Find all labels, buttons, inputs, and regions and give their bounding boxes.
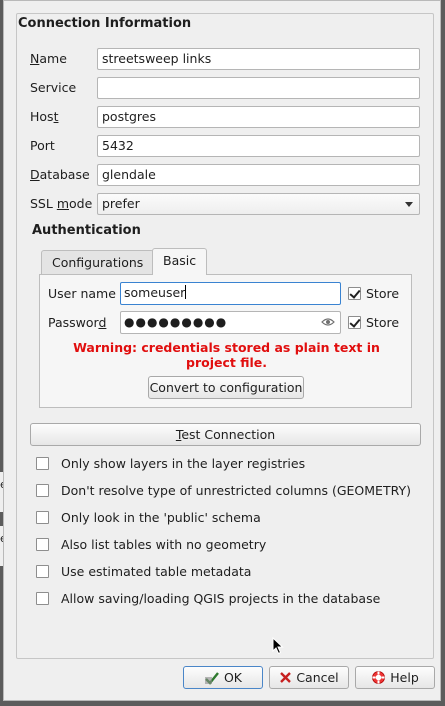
database-label: Database (30, 167, 90, 182)
estimated-metadata-label: Use estimated table metadata (61, 564, 252, 579)
text-caret (185, 285, 187, 299)
only-show-registry-layers-checkbox[interactable] (36, 457, 49, 470)
store-password-label: Store (366, 315, 400, 330)
store-password-checkbox[interactable] (348, 316, 361, 329)
public-schema-only-label: Only look in the 'public' schema (61, 510, 261, 525)
tab-basic[interactable]: Basic (152, 248, 208, 275)
list-no-geometry-checkbox[interactable] (36, 538, 49, 551)
convert-to-configuration-button[interactable]: Convert to configuration (148, 376, 304, 399)
test-connection-button[interactable]: Test Connection (30, 423, 421, 446)
close-icon (280, 672, 292, 683)
port-label: Port (30, 138, 55, 153)
mouse-cursor-icon (272, 637, 284, 655)
cancel-label: Cancel (296, 670, 339, 685)
name-input[interactable]: streetsweep links (97, 48, 420, 70)
list-no-geometry-label: Also list tables with no geometry (61, 537, 267, 552)
password-input[interactable]: ●●●●●●●●● (120, 311, 341, 334)
store-username-checkbox[interactable] (348, 287, 361, 300)
eye-icon[interactable] (321, 317, 335, 327)
service-label: Service (30, 80, 77, 95)
host-label: Host (30, 109, 59, 124)
ssl-mode-label: SSL mode (30, 196, 93, 211)
cancel-button[interactable]: Cancel (269, 666, 349, 689)
username-input[interactable]: someuser (120, 282, 341, 305)
public-schema-only-checkbox[interactable] (36, 511, 49, 524)
password-label: Password (48, 315, 107, 330)
username-label: User name (48, 286, 116, 301)
connection-info-group: Connection Information Name streetsweep … (16, 13, 434, 659)
tab-configurations[interactable]: Configurations (41, 250, 155, 275)
database-input[interactable]: glendale (97, 164, 420, 186)
help-lifebuoy-icon (372, 671, 386, 684)
ssl-mode-value: prefer (102, 196, 140, 211)
ok-button[interactable]: OK (183, 666, 263, 689)
help-button[interactable]: Help (355, 666, 435, 689)
plain-text-warning: Warning: credentials stored as plain tex… (73, 340, 380, 370)
ssl-mode-select[interactable]: prefer (97, 193, 420, 215)
connection-dialog: Connection Information Name streetsweep … (3, 0, 441, 701)
store-username-label: Store (366, 286, 400, 301)
name-label: Name (30, 51, 67, 66)
chevron-down-icon (405, 202, 413, 207)
allow-qgis-projects-label: Allow saving/loading QGIS projects in th… (61, 591, 381, 606)
port-input[interactable]: 5432 (97, 135, 420, 157)
estimated-metadata-checkbox[interactable] (36, 565, 49, 578)
ok-icon (204, 671, 219, 685)
authentication-title: Authentication (32, 223, 141, 238)
host-input[interactable]: postgres (97, 106, 420, 128)
password-value: ●●●●●●●●● (124, 315, 228, 329)
connection-info-title: Connection Information (18, 16, 192, 31)
only-show-registry-layers-label: Only show layers in the layer registries (61, 456, 306, 471)
dont-resolve-geometry-checkbox[interactable] (36, 484, 49, 497)
help-label: Help (390, 670, 419, 685)
basic-auth-pane: User name someuser Store Password ●●●●●●… (39, 274, 412, 408)
ok-label: OK (223, 670, 243, 685)
allow-qgis-projects-checkbox[interactable] (36, 592, 49, 605)
dont-resolve-geometry-label: Don't resolve type of unrestricted colum… (61, 483, 411, 498)
username-value: someuser (124, 285, 186, 300)
service-input[interactable] (97, 77, 420, 99)
